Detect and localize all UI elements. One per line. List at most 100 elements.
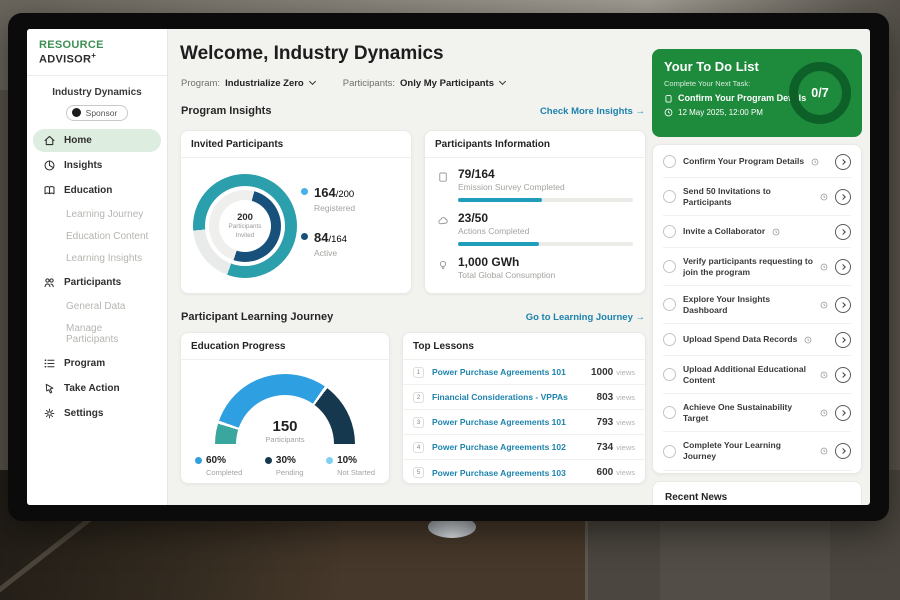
- sidebar-item-program[interactable]: Program: [33, 352, 161, 375]
- todo-open-button[interactable]: [835, 154, 851, 170]
- todo-checkbox[interactable]: [663, 368, 676, 381]
- todo-checkbox[interactable]: [663, 190, 676, 203]
- gauge-center-value: 150: [215, 418, 355, 435]
- sidebar-subitem-education-content[interactable]: Education Content: [33, 226, 161, 247]
- todo-open-button[interactable]: [835, 224, 851, 240]
- todo-checkbox[interactable]: [663, 155, 676, 168]
- sidebar-item-take-action[interactable]: Take Action: [33, 377, 161, 400]
- collapse-tasks-link[interactable]: Collapse Tasks: [663, 471, 851, 474]
- top-lessons-card: Top Lessons 1 Power Purchase Agreements …: [402, 332, 646, 484]
- todo-checkbox[interactable]: [663, 445, 676, 458]
- todo-summary-card: Your To Do List Complete Your Next Task:…: [652, 49, 862, 137]
- todo-item-achieve-one-sustainability-target[interactable]: Achieve One Sustainability Target: [663, 394, 851, 432]
- program-filter[interactable]: Program:Industrialize Zero: [181, 78, 315, 89]
- todo-item-label: Send 50 Invitations to Participants: [683, 186, 813, 208]
- participants-information-body: 79/164 Emission Survey Completed 23/50 A…: [425, 158, 645, 280]
- learning-journey-title: Participant Learning Journey: [181, 311, 333, 323]
- sidebar-item-label: Insights: [64, 160, 102, 171]
- lesson-rank-badge: 1: [413, 367, 424, 378]
- invited-participants-donut-chart: 200 Participants Invited: [193, 174, 297, 278]
- sidebar-subitem-general-data[interactable]: General Data: [33, 296, 161, 317]
- lesson-rank-badge: 4: [413, 442, 424, 453]
- todo-item-confirm-your-program-details[interactable]: Confirm Your Program Details: [663, 146, 851, 178]
- todo-item-explore-your-insights-dashboard[interactable]: Explore Your Insights Dashboard: [663, 286, 851, 324]
- lesson-views: 803: [597, 392, 614, 403]
- todo-checkbox[interactable]: [663, 333, 676, 346]
- lesson-link[interactable]: Financial Considerations - VPPAs: [432, 392, 597, 402]
- consumption-icon: [437, 258, 450, 280]
- sidebar-item-label: Settings: [64, 408, 103, 419]
- participants-filter-value: Only My Participants: [400, 78, 494, 89]
- sidebar-item-settings[interactable]: Settings: [33, 402, 161, 425]
- clock-icon: [664, 108, 673, 117]
- screen: RESOURCE ADVISOR+ Industry Dynamics Spon…: [27, 29, 870, 505]
- todo-item-send-50-invitations-to-participants[interactable]: Send 50 Invitations to Participants: [663, 178, 851, 216]
- todo-item-verify-participants-requesting-to-join-the-program[interactable]: Verify participants requesting to join t…: [663, 248, 851, 286]
- todo-open-button[interactable]: [835, 189, 851, 205]
- sidebar-subitem-learning-insights[interactable]: Learning Insights: [33, 248, 161, 269]
- lesson-row: 4 Power Purchase Agreements 102 734 view…: [403, 435, 645, 460]
- sidebar-item-home[interactable]: Home: [33, 129, 161, 152]
- lesson-row: 3 Power Purchase Agreements 101 793 view…: [403, 410, 645, 435]
- participants-filter[interactable]: Participants:Only My Participants: [343, 78, 505, 89]
- right-column: Your To Do List Complete Your Next Task:…: [652, 29, 870, 505]
- todo-item-label: Confirm Your Program Details: [683, 156, 804, 167]
- todo-open-button[interactable]: [835, 259, 851, 275]
- legend-dot-icon: [195, 457, 202, 464]
- clock-icon: [820, 301, 828, 309]
- lesson-row: 1 Power Purchase Agreements 101 1000 vie…: [403, 360, 645, 385]
- todo-list-card: Confirm Your Program Details Send 50 Inv…: [652, 144, 862, 474]
- survey-icon: [437, 170, 450, 202]
- todo-item-complete-your-learning-journey[interactable]: Complete Your Learning Journey: [663, 432, 851, 470]
- program-filter-label: Program:: [181, 78, 220, 89]
- todo-open-button[interactable]: [835, 297, 851, 313]
- todo-checkbox[interactable]: [663, 225, 676, 238]
- todo-checkbox[interactable]: [663, 406, 676, 419]
- education-progress-gauge-chart: 150 Participants: [215, 374, 355, 444]
- todo-open-button[interactable]: [835, 443, 851, 459]
- lesson-link[interactable]: Power Purchase Agreements 101: [432, 367, 591, 377]
- donut-legend-item: 164/200 Registered: [301, 184, 355, 213]
- todo-item-upload-spend-data-records[interactable]: Upload Spend Data Records: [663, 324, 851, 356]
- sidebar-item-participants[interactable]: Participants: [33, 271, 161, 294]
- filters: Program:Industrialize Zero Participants:…: [181, 78, 505, 89]
- todo-open-button[interactable]: [835, 405, 851, 421]
- main-content: Welcome, Industry Dynamics Program:Indus…: [168, 29, 652, 505]
- gauge-center-label: Participants: [215, 435, 355, 444]
- clock-icon: [820, 409, 828, 417]
- todo-item-upload-additional-educational-content[interactable]: Upload Additional Educational Content: [663, 356, 851, 394]
- lesson-row: 2 Financial Considerations - VPPAs 803 v…: [403, 385, 645, 410]
- invited-participants-body: 200 Participants Invited 164/200 Registe…: [181, 158, 411, 278]
- clipboard-icon: [664, 94, 673, 103]
- lesson-link[interactable]: Power Purchase Agreements 102: [432, 442, 597, 452]
- sidebar-item-insights[interactable]: Insights: [33, 154, 161, 177]
- sidebar-item-label: Education: [64, 185, 112, 196]
- sponsor-icon: [72, 108, 81, 117]
- todo-item-label: Achieve One Sustainability Target: [683, 402, 813, 424]
- lesson-link[interactable]: Power Purchase Agreements 101: [432, 417, 597, 427]
- todo-checkbox[interactable]: [663, 298, 676, 311]
- lesson-views: 734: [597, 442, 614, 453]
- sidebar-item-education[interactable]: Education: [33, 179, 161, 202]
- todo-item-invite-a-collaborator[interactable]: Invite a Collaborator: [663, 216, 851, 248]
- todo-item-label: Complete Your Learning Journey: [683, 440, 813, 462]
- page-title: Welcome, Industry Dynamics: [180, 43, 444, 65]
- go-to-learning-journey-link[interactable]: Go to Learning Journey →: [526, 312, 645, 323]
- sponsor-badge[interactable]: Sponsor: [66, 105, 129, 121]
- todo-progress-ring: 0/7: [789, 62, 851, 124]
- todo-open-button[interactable]: [835, 367, 851, 383]
- todo-checkbox[interactable]: [663, 260, 676, 273]
- sidebar: RESOURCE ADVISOR+ Industry Dynamics Spon…: [27, 29, 168, 505]
- sidebar-subitem-learning-journey[interactable]: Learning Journey: [33, 204, 161, 225]
- org-name: Industry Dynamics: [27, 87, 167, 98]
- top-lessons-list: 1 Power Purchase Agreements 101 1000 vie…: [403, 360, 645, 484]
- chevron-down-icon: [309, 78, 316, 85]
- legend-dot-icon: [326, 457, 333, 464]
- legend-dot-icon: [301, 188, 308, 195]
- todo-open-button[interactable]: [835, 332, 851, 348]
- program-insights-header: Program Insights Check More Insights →: [181, 105, 645, 117]
- sidebar-subitem-manage-participants[interactable]: Manage Participants: [33, 318, 161, 350]
- check-more-insights-link[interactable]: Check More Insights →: [540, 106, 645, 117]
- todo-items: Confirm Your Program Details Send 50 Inv…: [663, 146, 851, 471]
- lesson-link[interactable]: Power Purchase Agreements 103: [432, 468, 597, 478]
